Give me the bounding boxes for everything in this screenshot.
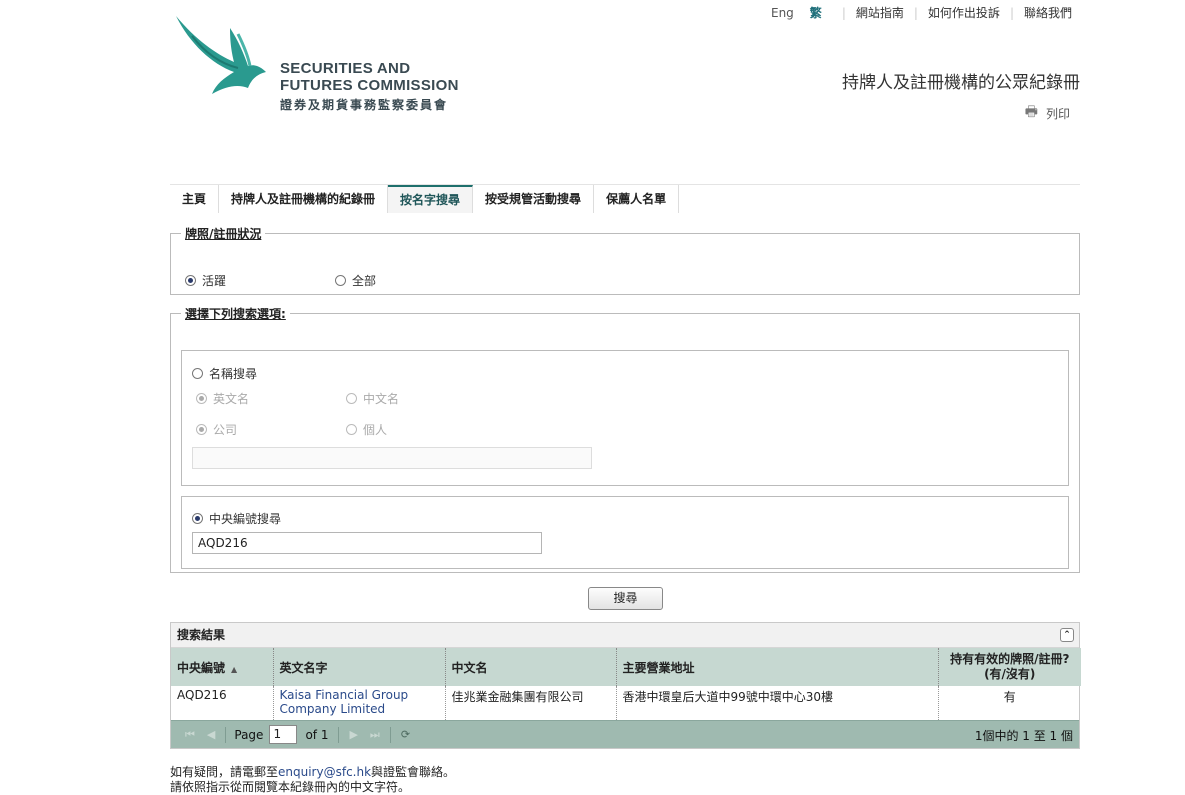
next-page-icon[interactable]: ▶ [349, 728, 357, 741]
tab-sponsor-list[interactable]: 保薦人名單 [594, 185, 680, 213]
name-search-label: 名稱搜尋 [209, 367, 258, 381]
radio-selected-icon [192, 513, 203, 524]
results-caption: 搜索結果 [177, 628, 226, 642]
page-count-label: of 1 [305, 727, 329, 742]
cell-ce-number: AQD216 [171, 686, 274, 720]
status-all-label: 全部 [352, 274, 377, 288]
sort-asc-icon: ▲ [231, 664, 238, 674]
sfc-logo[interactable]: SECURITIES AND FUTURES COMMISSION 證券及期貨事… [172, 14, 472, 114]
search-button[interactable]: 搜尋 [588, 587, 663, 610]
divider [225, 726, 227, 743]
radio-selected-icon [196, 393, 207, 404]
main-nav: 主頁 持牌人及註冊機構的紀錄冊 按名字搜尋 按受規管活動搜尋 保薦人名單 [170, 184, 1080, 213]
table-header-row: 中央編號 ▲ 英文名字 中文名 主要營業地址 持有有效的牌照/註冊? (有/沒有) [171, 648, 1081, 686]
status-active-label: 活躍 [202, 274, 227, 288]
license-status-fieldset: 牌照/註冊狀況 活躍 全部 [170, 225, 1080, 295]
top-links: Eng 繁 | 網站指南 | 如何作出投訴 | 聯絡我們 [771, 4, 1072, 21]
footer-instruction-line: 請依照指示從而閱覽本紀錄冊內的中文字符。 [170, 780, 411, 794]
cell-english-name: Kaisa Financial Group Company Limited [273, 686, 446, 720]
complaint-link[interactable]: 如何作出投訴 [928, 4, 1000, 21]
printer-icon: 🖶 [1024, 104, 1038, 120]
contact-us-link[interactable]: 聯絡我們 [1024, 4, 1072, 21]
company-label: 公司 [213, 423, 238, 437]
col-active-license[interactable]: 持有有效的牌照/註冊? (有/沒有) [938, 648, 1081, 686]
search-options-fieldset: 選擇下列搜索選項: 名稱搜尋 英文名 中文名 公司 個人 中央編號搜尋 AQD2… [170, 305, 1080, 573]
lang-traditional-chinese[interactable]: 繁 [810, 4, 822, 21]
collapse-up-icon[interactable]: ⌃ [1060, 628, 1074, 642]
print-label: 列印 [1045, 106, 1070, 121]
chinese-name-radio[interactable]: 中文名 [346, 390, 399, 407]
status-all-radio[interactable]: 全部 [335, 272, 376, 289]
footer-contact-line: 如有疑問，請電郵至enquiry@sfc.hk與證監會聯絡。 [170, 765, 456, 779]
pager: ⏮ ◀ Page 1 of 1 ▶ ⏭ ⟳ 1個中的 1 至 1 個 [171, 720, 1079, 748]
results-summary: 1個中的 1 至 1 個 [974, 729, 1073, 743]
col-address[interactable]: 主要營業地址 [616, 648, 939, 686]
tab-search-by-name[interactable]: 按名字搜尋 [388, 185, 474, 213]
col-english-name[interactable]: 英文名字 [273, 648, 446, 686]
logo-chinese-name: 證券及期貨事務監察委員會 [280, 98, 449, 112]
page-number-input[interactable]: 1 [269, 725, 298, 744]
col-chinese-name[interactable]: 中文名 [445, 648, 617, 686]
tab-home[interactable]: 主頁 [170, 185, 220, 213]
radio-unselected-icon [346, 424, 357, 435]
first-page-icon[interactable]: ⏮ [185, 728, 195, 742]
company-radio[interactable]: 公司 [196, 421, 237, 438]
eagle-logo-icon [176, 16, 266, 94]
ce-search-panel: 中央編號搜尋 AQD216 [181, 496, 1069, 569]
email-link[interactable]: enquiry@sfc.hk [278, 765, 371, 779]
divider [389, 726, 391, 743]
search-results-grid: 搜索結果 ⌃ 中央編號 ▲ 英文名字 中文名 主要營業地址 持有有效的牌照/註冊?… [170, 622, 1081, 749]
ce-number-input[interactable]: AQD216 [192, 532, 542, 554]
name-search-panel: 名稱搜尋 英文名 中文名 公司 個人 [181, 350, 1069, 486]
radio-selected-icon [196, 424, 207, 435]
english-name-label: 英文名 [213, 392, 250, 406]
radio-unselected-icon [346, 393, 357, 404]
logo-english-name: SECURITIES AND FUTURES COMMISSION [280, 60, 459, 94]
individual-radio[interactable]: 個人 [346, 421, 387, 438]
entity-link[interactable]: Kaisa Financial Group Company Limited [280, 688, 409, 716]
last-page-icon[interactable]: ⏭ [370, 728, 380, 742]
page-title: 持牌人及註冊機構的公眾紀錄冊 [842, 73, 1080, 93]
search-options-legend: 選擇下列搜索選項: [185, 307, 286, 321]
divider [338, 726, 340, 743]
radio-selected-icon [185, 275, 196, 286]
ce-search-radio[interactable]: 中央編號搜尋 [192, 510, 281, 527]
col-ce-number[interactable]: 中央編號 ▲ [171, 648, 274, 686]
divider: | [1009, 5, 1014, 20]
divider: | [841, 5, 846, 20]
divider: | [913, 5, 918, 20]
lang-english-link[interactable]: Eng [771, 6, 794, 20]
results-table: 中央編號 ▲ 英文名字 中文名 主要營業地址 持有有效的牌照/註冊? (有/沒有) … [171, 648, 1081, 720]
radio-unselected-icon [192, 368, 203, 379]
results-caption-bar: 搜索結果 ⌃ [171, 623, 1079, 648]
tab-register[interactable]: 持牌人及註冊機構的紀錄冊 [219, 185, 389, 213]
footer-note: 如有疑問，請電郵至enquiry@sfc.hk與證監會聯絡。 請依照指示從而閱覽… [170, 765, 455, 795]
status-active-radio[interactable]: 活躍 [185, 272, 226, 289]
cell-active-license: 有 [1003, 690, 1016, 704]
print-button[interactable]: 🖶 列印 [1025, 101, 1070, 125]
ce-search-label: 中央編號搜尋 [209, 512, 282, 526]
site-guide-link[interactable]: 網站指南 [856, 4, 904, 21]
page-label: Page [234, 727, 264, 742]
individual-label: 個人 [363, 423, 388, 437]
license-status-legend: 牌照/註冊狀況 [185, 227, 262, 241]
tab-search-by-activity[interactable]: 按受規管活動搜尋 [473, 185, 595, 213]
name-search-radio[interactable]: 名稱搜尋 [192, 365, 257, 382]
radio-unselected-icon [335, 275, 346, 286]
refresh-icon[interactable]: ⟳ [401, 728, 410, 741]
cell-chinese-name: 佳兆業金融集團有限公司 [445, 686, 617, 720]
name-search-input[interactable] [192, 447, 592, 469]
english-name-radio[interactable]: 英文名 [196, 390, 249, 407]
cell-address: 香港中環皇后大道中99號中環中心30樓 [616, 686, 939, 720]
table-row: AQD216 Kaisa Financial Group Company Limi… [171, 686, 1081, 720]
chinese-name-label: 中文名 [363, 392, 400, 406]
prev-page-icon[interactable]: ◀ [207, 728, 215, 741]
